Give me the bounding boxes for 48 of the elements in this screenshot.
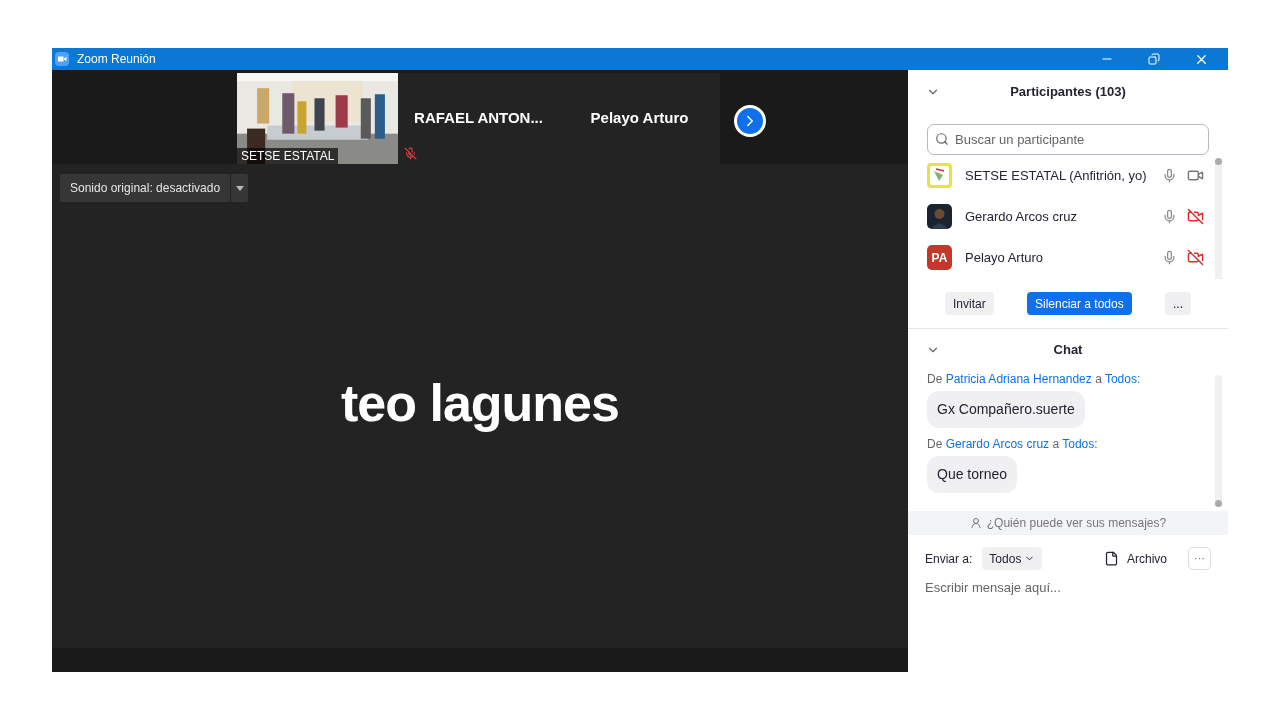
camera-off-icon[interactable] (1187, 249, 1204, 266)
mic-icon[interactable] (1162, 250, 1177, 265)
participant-name: RAFAEL ANTON... (414, 108, 543, 129)
participant-name: SETSE ESTATAL (237, 148, 339, 164)
recipient-dropdown[interactable]: Todos (982, 547, 1043, 570)
mic-icon[interactable] (1162, 168, 1177, 183)
initials-avatar: PA (927, 245, 952, 270)
participant-name: Pelayo Arturo (590, 108, 689, 129)
message-header: De Patricia Adriana Hernandez a Todos: (927, 371, 1142, 387)
send-to-label: Enviar a: (925, 550, 973, 568)
avatar-photo (927, 204, 952, 229)
search-field[interactable]: Buscar un participante (927, 124, 1209, 155)
participant-row[interactable]: PA Pelayo Arturo (908, 237, 1228, 278)
participant-name: Gerardo Arcos cruz (965, 207, 1078, 226)
camera-off-icon[interactable] (1187, 208, 1204, 225)
message-header: De Gerardo Arcos cruz a Todos: (927, 436, 1099, 452)
participant-row[interactable]: Gerardo Arcos cruz (908, 196, 1228, 237)
more-button[interactable]: ··· (1188, 547, 1211, 570)
search-icon (935, 132, 949, 146)
next-page-button[interactable] (734, 105, 766, 137)
message-input[interactable]: Escribir mensaje aquí... (925, 578, 1211, 598)
speaker-name: teo lagunes (341, 373, 619, 434)
scrollbar-thumb[interactable] (1215, 500, 1222, 507)
file-icon (1104, 551, 1119, 566)
mic-icon[interactable] (1162, 209, 1177, 224)
panel-button[interactable]: Invitar (945, 292, 994, 315)
panel-button[interactable]: ... (1164, 292, 1191, 315)
panel-title: Participantes (103) (1010, 83, 1126, 102)
camera-icon (55, 52, 69, 66)
mute-all-button[interactable]: Silenciar a todos (1026, 292, 1132, 315)
caret-icon (235, 185, 244, 191)
participant-tile[interactable]: RAFAEL ANTON... (398, 73, 559, 164)
avatar-logo (927, 163, 952, 188)
message-bubble: Gx Compañero.suerte (927, 391, 1085, 428)
video-tile[interactable]: SETSE ESTATAL (237, 73, 398, 164)
original-sound-button[interactable]: Sonido original: desactivado (60, 174, 231, 202)
restore-icon[interactable] (1148, 53, 1160, 65)
participant-tile[interactable]: Pelayo Arturo (559, 73, 720, 164)
participant-row[interactable]: SETSE ESTATAL (Anfitrión, yo) (908, 155, 1228, 196)
participant-name: SETSE ESTATAL (Anfitrión, yo) (965, 166, 1148, 185)
file-button[interactable]: Archivo (1104, 549, 1167, 568)
message-bubble: Que torneo (927, 456, 1018, 493)
panel-title: Chat (1053, 341, 1083, 360)
person-icon (969, 517, 982, 529)
participant-name: Pelayo Arturo (965, 248, 1045, 267)
dropdown-button[interactable] (231, 174, 249, 202)
scrollbar-thumb[interactable] (1215, 158, 1222, 165)
window-title: Zoom Reunión (77, 51, 156, 68)
